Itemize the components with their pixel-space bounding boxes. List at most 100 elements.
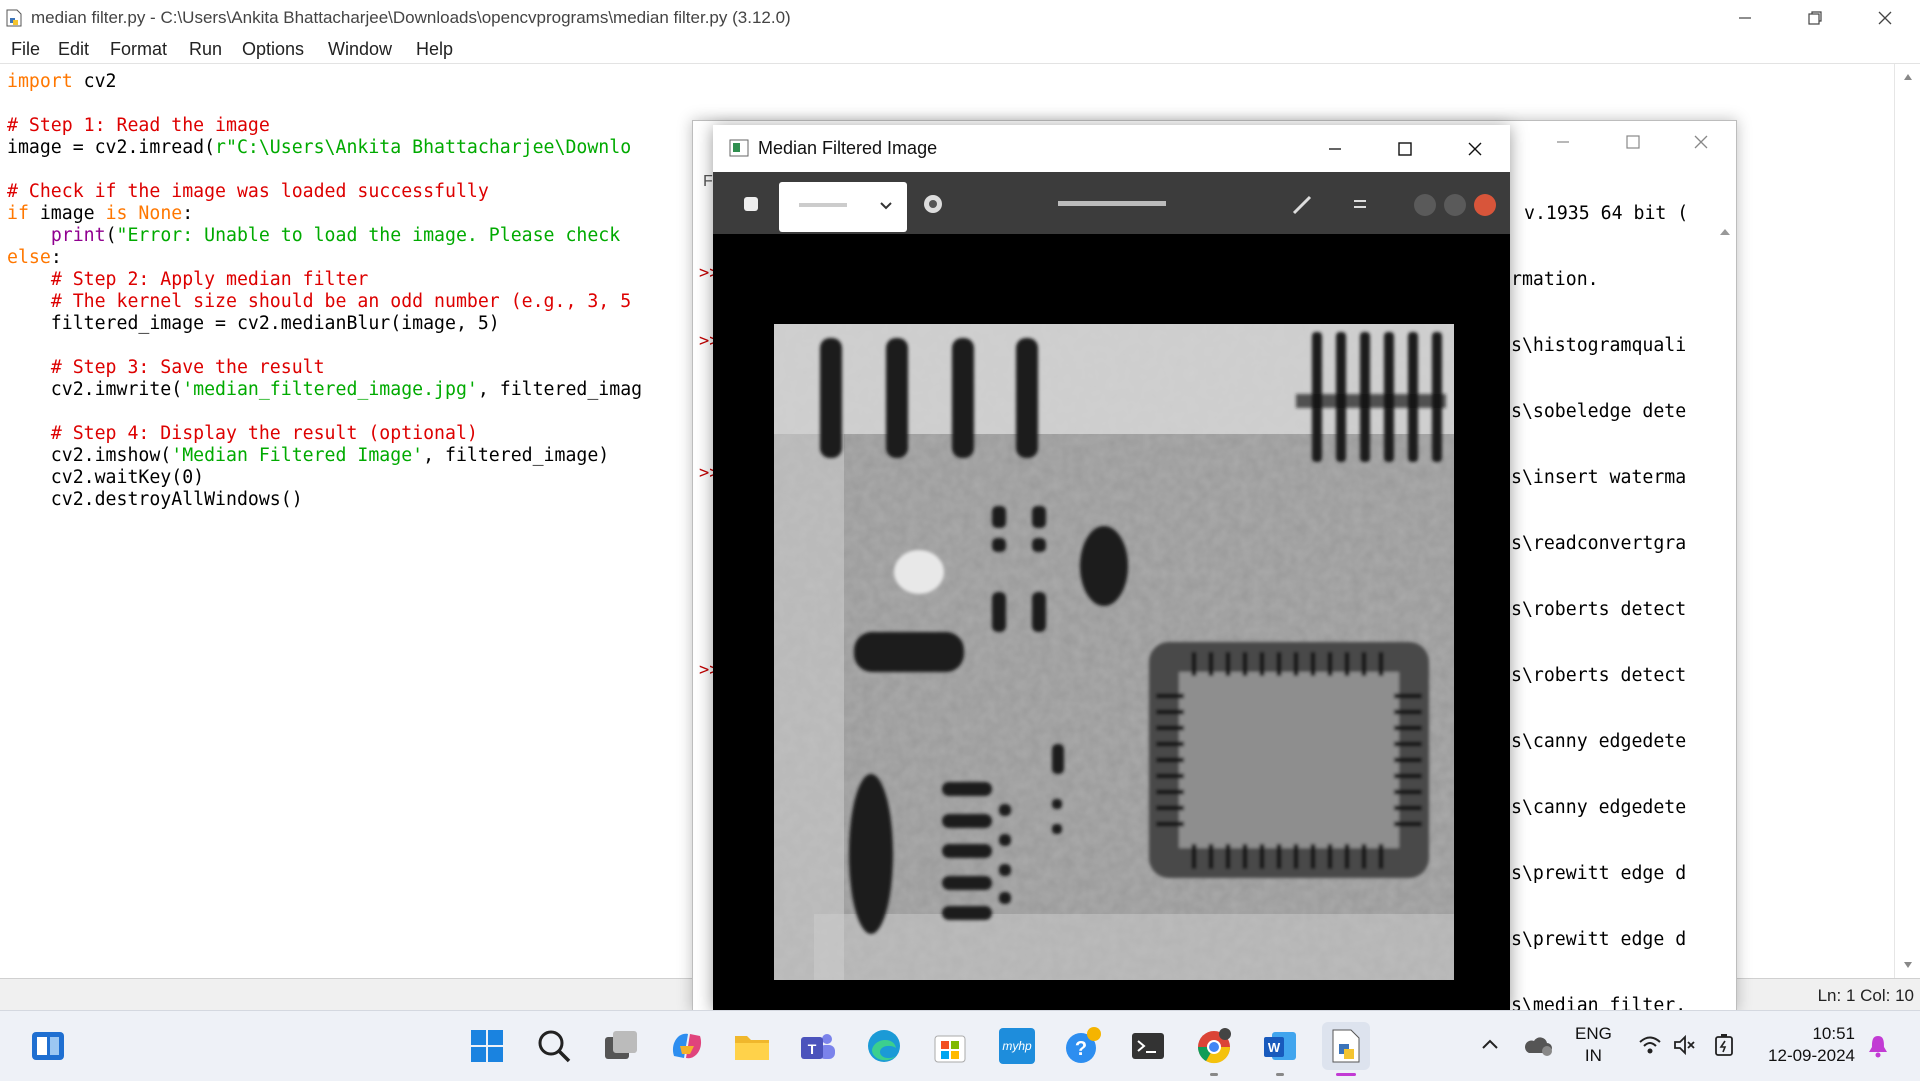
code-line[interactable]: [7, 335, 642, 357]
myhp-icon: myhp: [999, 1028, 1035, 1064]
chevron-up-icon[interactable]: [1480, 1037, 1500, 1051]
word-button[interactable]: W: [1256, 1022, 1304, 1076]
date-display: 12-09-2024: [1768, 1046, 1855, 1065]
image-minimize-button[interactable]: [1300, 125, 1370, 172]
menu-help[interactable]: Help: [416, 39, 453, 60]
code-token: cv2.imshow(: [7, 445, 172, 466]
code-token: cv2.imwrite(: [7, 379, 183, 400]
scroll-down-icon: [1904, 962, 1912, 968]
shell-line: s\roberts detect: [1511, 599, 1687, 620]
menu-options[interactable]: Options: [242, 39, 304, 60]
clock[interactable]: 10:51 12-09-2024: [1755, 1023, 1855, 1067]
code-token: if: [7, 203, 29, 224]
maximize-icon: [1398, 141, 1412, 156]
shell-scrollbar[interactable]: [1714, 221, 1736, 991]
time-display: 10:51: [1812, 1024, 1855, 1043]
image-close-button[interactable]: [1440, 125, 1510, 172]
menu-icon[interactable]: [1353, 197, 1367, 211]
restore-button[interactable]: [1780, 0, 1850, 35]
code-token: image = cv2.imread(: [7, 137, 216, 158]
code-line[interactable]: import cv2: [7, 71, 642, 93]
code-line[interactable]: print("Error: Unable to load the image. …: [7, 225, 642, 247]
source-code[interactable]: import cv2 # Step 1: Read the image image …: [7, 71, 642, 511]
shell-minimize-button[interactable]: [1528, 121, 1598, 163]
scroll-up-icon: [1904, 74, 1912, 80]
code-token: is: [105, 203, 128, 224]
volume-muted-icon[interactable]: [1672, 1033, 1696, 1057]
chrome-button[interactable]: [1190, 1022, 1238, 1076]
code-line[interactable]: # Check if the image was loaded successf…: [7, 181, 642, 203]
menu-format[interactable]: Format: [110, 39, 167, 60]
teams-button[interactable]: T: [794, 1022, 842, 1070]
language-indicator[interactable]: ENG IN: [1575, 1023, 1612, 1067]
code-line[interactable]: [7, 401, 642, 423]
code-token: , filtered_imag: [477, 379, 643, 400]
myhp-button[interactable]: myhp: [993, 1022, 1041, 1070]
code-line[interactable]: # Step 4: Display the result (optional): [7, 423, 642, 445]
python-idle-button[interactable]: [1322, 1022, 1370, 1076]
task-view-button[interactable]: [597, 1022, 645, 1070]
close-button[interactable]: [1850, 0, 1920, 35]
start-button[interactable]: [463, 1022, 511, 1070]
code-line[interactable]: [7, 159, 642, 181]
terminal-button[interactable]: [1124, 1022, 1172, 1070]
widgets-button[interactable]: [24, 1022, 72, 1070]
file-explorer-button[interactable]: [728, 1022, 776, 1070]
minimize-button[interactable]: [1710, 0, 1780, 35]
code-line[interactable]: # The kernel size should be an odd numbe…: [7, 291, 642, 313]
code-line[interactable]: # Step 3: Save the result: [7, 357, 642, 379]
copilot-icon: [672, 1033, 702, 1059]
menu-window[interactable]: Window: [328, 39, 392, 60]
code-line[interactable]: cv2.imshow('Median Filtered Image', filt…: [7, 445, 642, 467]
help-button[interactable]: ?: [1059, 1022, 1107, 1070]
wifi-icon[interactable]: [1638, 1033, 1662, 1057]
search-button[interactable]: [530, 1022, 578, 1070]
menu-edit[interactable]: Edit: [58, 39, 89, 60]
shell-maximize-button[interactable]: [1598, 121, 1668, 163]
scrollbar-arrows: [1720, 229, 1730, 235]
widgets-icon: [32, 1032, 64, 1060]
scrollbar-arrows: [1904, 74, 1912, 968]
shell-close-button[interactable]: [1666, 121, 1736, 163]
code-line[interactable]: # Step 2: Apply median filter: [7, 269, 642, 291]
search-icon: [538, 1030, 571, 1063]
code-line[interactable]: image = cv2.imread(r"C:\Users\Ankita Bha…: [7, 137, 642, 159]
code-line[interactable]: filtered_image = cv2.medianBlur(image, 5…: [7, 313, 642, 335]
chrome-icon: [1197, 1028, 1231, 1064]
stop-icon[interactable]: [743, 196, 759, 212]
onedrive-icon[interactable]: [1523, 1033, 1553, 1057]
battery-icon[interactable]: [1712, 1031, 1738, 1059]
taskbar: T myhp ? W ENG IN 10:51 12-09-2024: [0, 1010, 1920, 1081]
fullscreen-icon[interactable]: [1291, 194, 1313, 216]
store-button[interactable]: [926, 1022, 974, 1070]
traffic-light-icons[interactable]: [1413, 193, 1497, 219]
shell-line: s\histogramquali: [1511, 335, 1687, 356]
code-token: cv2.waitKey(0): [7, 467, 205, 488]
image-window-titlebar: Median Filtered Image: [713, 125, 1510, 172]
edge-button[interactable]: [860, 1022, 908, 1070]
image-window-icon: [729, 139, 749, 157]
code-line[interactable]: else:: [7, 247, 642, 269]
shell-line: s\readconvertgra: [1511, 533, 1687, 554]
code-line[interactable]: cv2.destroyAllWindows(): [7, 489, 642, 511]
code-line[interactable]: cv2.imwrite('median_filtered_image.jpg',…: [7, 379, 642, 401]
code-line[interactable]: cv2.waitKey(0): [7, 467, 642, 489]
copilot-button[interactable]: [663, 1022, 711, 1070]
minimize-icon: [1557, 141, 1569, 143]
start-icon: [471, 1030, 503, 1062]
code-token: , filtered_image): [423, 445, 610, 466]
record-icon[interactable]: [923, 194, 943, 214]
code-line[interactable]: [7, 93, 642, 115]
vertical-scrollbar[interactable]: [1894, 64, 1920, 978]
python-idle-icon: [1332, 1029, 1360, 1063]
image-maximize-button[interactable]: [1370, 125, 1440, 172]
code-line[interactable]: if image is None:: [7, 203, 642, 225]
menu-run[interactable]: Run: [189, 39, 222, 60]
zoom-dropdown[interactable]: [779, 182, 907, 232]
code-token: # Step 2: Apply median filter: [50, 269, 369, 290]
menu-file[interactable]: File: [11, 39, 40, 60]
task-view-icon: [605, 1031, 637, 1059]
code-line[interactable]: # Step 1: Read the image: [7, 115, 642, 137]
notification-bell-icon[interactable]: [1866, 1033, 1890, 1059]
